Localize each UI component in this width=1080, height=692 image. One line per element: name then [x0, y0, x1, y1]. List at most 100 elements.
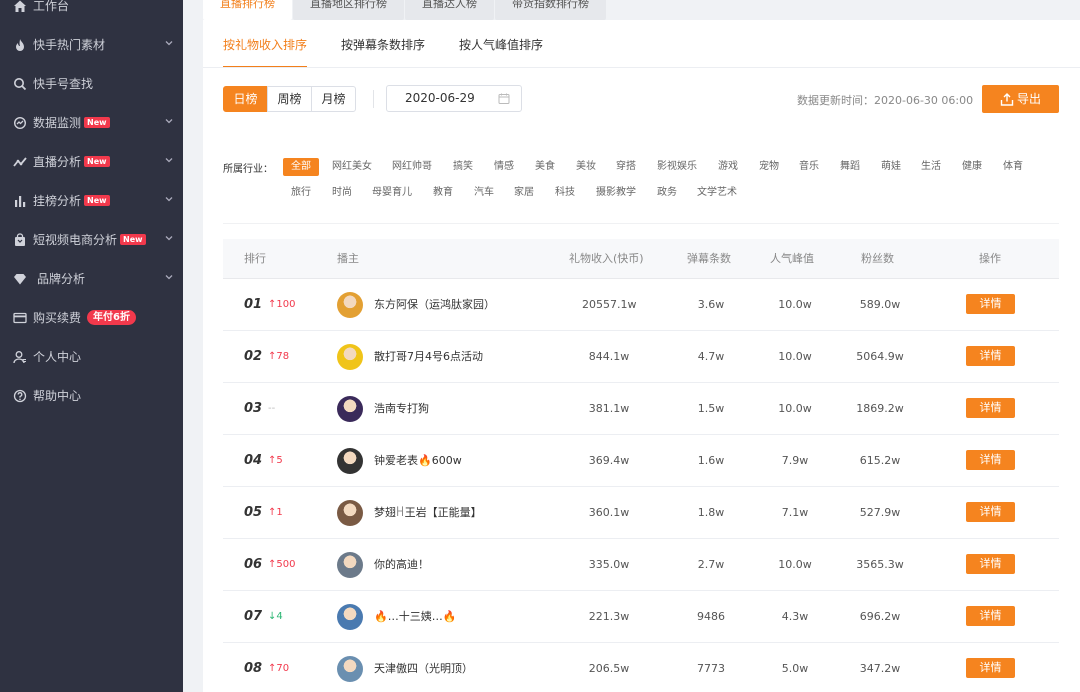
top-bar-background	[640, 0, 1080, 20]
industry-chip[interactable]: 文学艺术	[697, 184, 737, 202]
anchor-name[interactable]: 天津傲四（光明顶）	[374, 643, 473, 692]
sidebar-item-purchase[interactable]: 购买续费 年付6折	[0, 298, 183, 337]
tab-sales-index-ranking[interactable]: 带货指数排行榜	[495, 0, 606, 20]
industry-chip[interactable]: 萌娃	[881, 158, 901, 176]
industry-chip[interactable]: 网红美女	[332, 158, 372, 176]
rank-number: 01	[244, 297, 263, 312]
peak-popularity: 10.0w	[778, 298, 812, 311]
industry-chip[interactable]: 穿搭	[616, 158, 636, 176]
table-row: 02 ↑78 散打哥7月4号6点活动 844.1w 4.7w 10.0w 5064.9w 详情	[223, 331, 1059, 383]
sidebar-item-live-analysis[interactable]: 直播分析 New	[0, 142, 183, 181]
sidebar-item-label: 购买续费	[33, 311, 82, 325]
avatar[interactable]	[337, 396, 363, 422]
gift-income: 206.5w	[588, 662, 630, 675]
period-monthly-button[interactable]: 月榜	[311, 86, 356, 112]
industry-chip[interactable]: 汽车	[474, 184, 494, 202]
avatar[interactable]	[337, 656, 363, 682]
sort-tab-danmu-count[interactable]: 按弹幕条数排序	[341, 20, 425, 67]
peak-popularity: 10.0w	[778, 558, 812, 571]
sidebar-item-workbench[interactable]: 工作台	[0, 0, 183, 25]
avatar[interactable]	[337, 344, 363, 370]
period-weekly-button[interactable]: 周榜	[267, 86, 312, 112]
column-header-danmu[interactable]: 弹幕条数	[687, 239, 731, 279]
industry-all[interactable]: 全部	[283, 158, 319, 176]
rank-number: 07	[244, 609, 263, 624]
table-row: 08 ↑70 天津傲四（光明顶） 206.5w 7773 5.0w 347.2w 详情	[223, 643, 1059, 692]
anchor-name[interactable]: 你的高迪！	[374, 539, 429, 591]
avatar[interactable]	[337, 448, 363, 474]
peak-popularity: 7.9w	[781, 454, 809, 467]
detail-button[interactable]: 详情	[966, 606, 1015, 626]
sort-tab-peak-popularity[interactable]: 按人气峰值排序	[459, 20, 543, 67]
industry-chip[interactable]: 舞蹈	[840, 158, 860, 176]
industry-chip[interactable]: 音乐	[799, 158, 819, 176]
anchor-name[interactable]: 钟爱老表🔥600w	[374, 435, 462, 487]
sidebar-item-account-search[interactable]: 快手号查找	[0, 64, 183, 103]
sidebar-item-video-ecommerce[interactable]: 短视频电商分析 New	[0, 220, 183, 259]
industry-chip[interactable]: 科技	[555, 184, 575, 202]
chevron-down-icon	[165, 275, 173, 280]
column-header-gift-income[interactable]: 礼物收入(快币)	[569, 239, 644, 279]
sidebar: 工作台 快手热门素材 快手号查找 数据监测 New 直播分析 New 挂榜分析 …	[0, 0, 183, 692]
sort-tab-gift-income[interactable]: 按礼物收入排序	[223, 20, 308, 68]
column-header-fans[interactable]: 粉丝数	[861, 239, 894, 279]
industry-chip[interactable]: 体育	[1003, 158, 1023, 176]
industry-chip[interactable]: 时尚	[332, 184, 352, 202]
tab-live-talent-ranking[interactable]: 直播达人榜	[405, 0, 494, 20]
avatar[interactable]	[337, 500, 363, 526]
industry-chip[interactable]: 宠物	[759, 158, 779, 176]
industry-chip[interactable]: 网红帅哥	[392, 158, 432, 176]
detail-button[interactable]: 详情	[966, 294, 1015, 314]
gift-income: 844.1w	[588, 350, 630, 363]
industry-chip[interactable]: 教育	[433, 184, 453, 202]
sidebar-item-label: 品牌分析	[37, 272, 86, 286]
sidebar-item-hot-material[interactable]: 快手热门素材	[0, 25, 183, 64]
avatar[interactable]	[337, 292, 363, 318]
avatar[interactable]	[337, 552, 363, 578]
gift-income: 20557.1w	[582, 298, 637, 311]
anchor-name[interactable]: 🔥…十三姨…🔥	[374, 591, 456, 643]
column-header-peak[interactable]: 人气峰值	[770, 239, 814, 279]
detail-button[interactable]: 详情	[966, 502, 1015, 522]
industry-chip[interactable]: 家居	[514, 184, 534, 202]
detail-button[interactable]: 详情	[966, 554, 1015, 574]
detail-button[interactable]: 详情	[966, 398, 1015, 418]
industry-chip[interactable]: 搞笑	[453, 158, 473, 176]
industry-chip[interactable]: 摄影教学	[596, 184, 636, 202]
detail-button[interactable]: 详情	[966, 658, 1015, 678]
anchor-name[interactable]: 东方阿保（运鸿肽家园）	[374, 279, 495, 331]
sidebar-item-rank-analysis[interactable]: 挂榜分析 New	[0, 181, 183, 220]
sidebar-item-label: 直播分析	[33, 155, 82, 169]
anchor-name[interactable]: 浩南专打狗	[374, 383, 429, 435]
divider	[373, 90, 374, 108]
sidebar-item-profile[interactable]: 个人中心	[0, 337, 183, 376]
industry-chip[interactable]: 政务	[657, 184, 677, 202]
industry-chip[interactable]: 美食	[535, 158, 555, 176]
detail-button[interactable]: 详情	[966, 346, 1015, 366]
industry-chip[interactable]: 生活	[921, 158, 941, 176]
industry-chip[interactable]: 情感	[494, 158, 514, 176]
gift-income: 221.3w	[588, 610, 630, 623]
export-button[interactable]: 导出	[982, 85, 1059, 113]
detail-button[interactable]: 详情	[966, 450, 1015, 470]
table-row: 07 ↓4 🔥…十三姨…🔥 221.3w 9486 4.3w 696.2w 详情	[223, 591, 1059, 643]
anchor-name[interactable]: 散打哥7月4号6点活动	[374, 331, 483, 383]
tab-live-region-ranking[interactable]: 直播地区排行榜	[293, 0, 404, 20]
industry-chip[interactable]: 母婴育儿	[372, 184, 412, 202]
main-panel: 按礼物收入排序 按弹幕条数排序 按人气峰值排序 日榜 周榜 月榜 2020-06…	[203, 20, 1080, 692]
tab-live-ranking[interactable]: 直播排行榜	[203, 0, 292, 20]
rank-number: 04	[244, 453, 263, 468]
avatar[interactable]	[337, 604, 363, 630]
industry-chip[interactable]: 游戏	[718, 158, 738, 176]
rank-change: ↓4	[268, 611, 283, 622]
sidebar-item-brand-analysis[interactable]: 品牌分析	[0, 259, 183, 298]
industry-chip[interactable]: 健康	[962, 158, 982, 176]
sidebar-item-data-monitor[interactable]: 数据监测 New	[0, 103, 183, 142]
period-daily-button[interactable]: 日榜	[223, 86, 268, 112]
sidebar-item-help[interactable]: 帮助中心	[0, 376, 183, 415]
industry-chip[interactable]: 影视娱乐	[657, 158, 697, 176]
fans-count: 347.2w	[859, 662, 901, 675]
industry-chip[interactable]: 旅行	[291, 184, 311, 202]
industry-chip[interactable]: 美妆	[576, 158, 596, 176]
anchor-name[interactable]: 梦翅ꀿ王岩【正能量】	[374, 487, 482, 539]
